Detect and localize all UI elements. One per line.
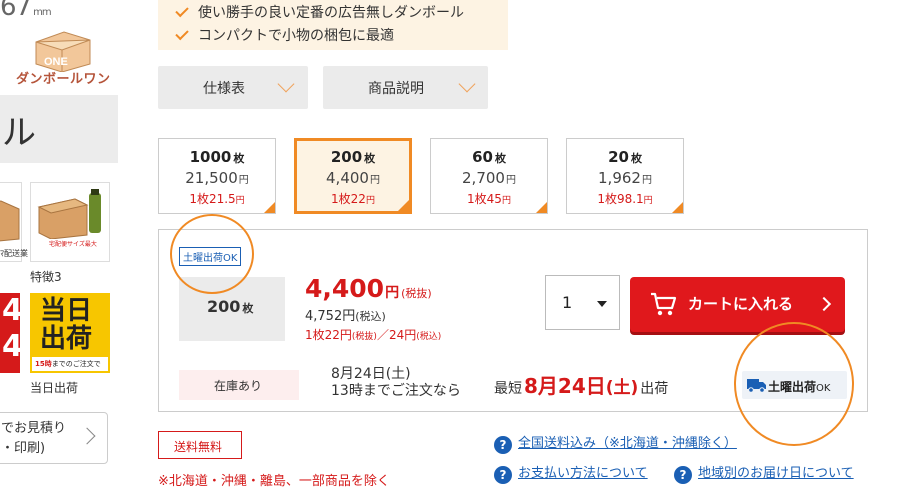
logo-text[interactable]: ダンボールワン: [16, 68, 111, 87]
thumbnail-text: 宅配便サイズ最大: [49, 241, 97, 248]
promo-banner[interactable]: 4 4: [0, 293, 20, 373]
price-excl-tax: 4,400円 (税抜): [305, 274, 432, 303]
same-day-subtext: 15時までのご注文で: [32, 357, 108, 371]
corner-marker: [398, 200, 409, 211]
chevron-right-icon: [78, 427, 96, 445]
check-icon: [175, 26, 189, 41]
highlight-circle: [734, 322, 854, 446]
earliest-shipping: 最短 8月24日(土) 出荷: [494, 374, 669, 398]
quantity-select-value: 1: [562, 293, 573, 312]
same-day-title: 当日 出荷: [40, 296, 93, 354]
product-title: ル: [2, 113, 36, 153]
logo-box-icon: ONE: [35, 31, 91, 72]
thumbnail-image[interactable]: 宅配便サイズ最大: [30, 182, 110, 262]
product-description-label: 商品説明: [368, 81, 424, 97]
shipping-date-info: 8月24日(土) 13時までご注文なら: [331, 366, 461, 399]
question-icon: ?: [494, 466, 512, 484]
corner-marker: [536, 202, 547, 213]
corner-marker: [672, 202, 683, 213]
thumbnail-caption: 特徴3: [30, 270, 62, 284]
feature-item: 使い勝手の良い定番の広告無しダンボール: [175, 2, 464, 22]
product-description-button[interactable]: 商品説明: [323, 66, 488, 109]
logo-mark-text: ONE: [44, 56, 68, 68]
feature-list: 使い勝手の良い定番の広告無しダンボール コンパクトで小物の梱包に最適: [158, 0, 508, 50]
quantity-option-200[interactable]: 200 枚 4,400円 1枚22円: [294, 138, 412, 214]
add-to-cart-label: カートに入れる: [688, 295, 794, 313]
question-icon: ?: [494, 436, 512, 454]
estimate-label: でお見積り ・印刷): [1, 421, 67, 456]
chevron-down-icon: [277, 75, 295, 93]
unit-price: 1枚22円(税抜)／24円(税込): [305, 328, 442, 342]
thumbnail-caption: ﾏ配送業: [0, 249, 28, 258]
corner-marker: [264, 202, 275, 213]
price-incl-tax: 4,752円(税込): [305, 309, 386, 324]
estimate-button[interactable]: でお見積り ・印刷): [0, 412, 108, 464]
feature-item: コンパクトで小物の梱包に最適: [175, 25, 394, 45]
quantity-option-60[interactable]: 60 枚 2,700円 1枚45円: [430, 138, 548, 214]
quantity-option-20[interactable]: 20 枚 1,962円 1枚98.1円: [566, 138, 684, 214]
spec-table-label: 仕様表: [203, 81, 245, 97]
chevron-down-icon: [458, 75, 476, 93]
product-title-block: ル: [0, 95, 118, 163]
box-bottle-icon: [37, 189, 101, 239]
delivery-date-link[interactable]: ? 地域別のお届け日について: [674, 462, 854, 484]
left-sidebar: 67 mm ONE ダンボールワン ル ﾏ配送業 宅配便サイズ最大 特徴3 4 4…: [0, 0, 120, 500]
question-icon: ?: [674, 466, 692, 484]
quantity-option-1000[interactable]: 1000 枚 21,500円 1枚21.5円: [158, 138, 276, 214]
add-to-cart-button[interactable]: カートに入れる: [630, 277, 845, 332]
payment-methods-link[interactable]: ? お支払い方法について: [494, 462, 648, 484]
cart-icon: [651, 292, 677, 316]
dimension-label: 67 mm: [0, 0, 52, 22]
highlight-circle: [170, 214, 254, 294]
chevron-right-icon: [816, 296, 832, 312]
quantity-select[interactable]: 1: [545, 275, 620, 330]
caret-down-icon: [597, 301, 607, 307]
spec-table-button[interactable]: 仕様表: [158, 66, 308, 109]
free-shipping-badge: 送料無料: [158, 431, 242, 459]
same-day-caption: 当日出荷: [30, 381, 79, 395]
same-day-banner[interactable]: 当日 出荷 15時までのご注文で: [30, 293, 110, 373]
stock-status: 在庫あり: [179, 370, 299, 400]
box-image-icon: [0, 200, 20, 242]
shipping-included-link[interactable]: ? 全国送料込み（※北海道・沖縄除く）: [494, 432, 737, 454]
check-icon: [175, 3, 189, 18]
shipping-exclusion-note: ※北海道・沖縄・離島、一部商品を除く: [158, 474, 390, 489]
